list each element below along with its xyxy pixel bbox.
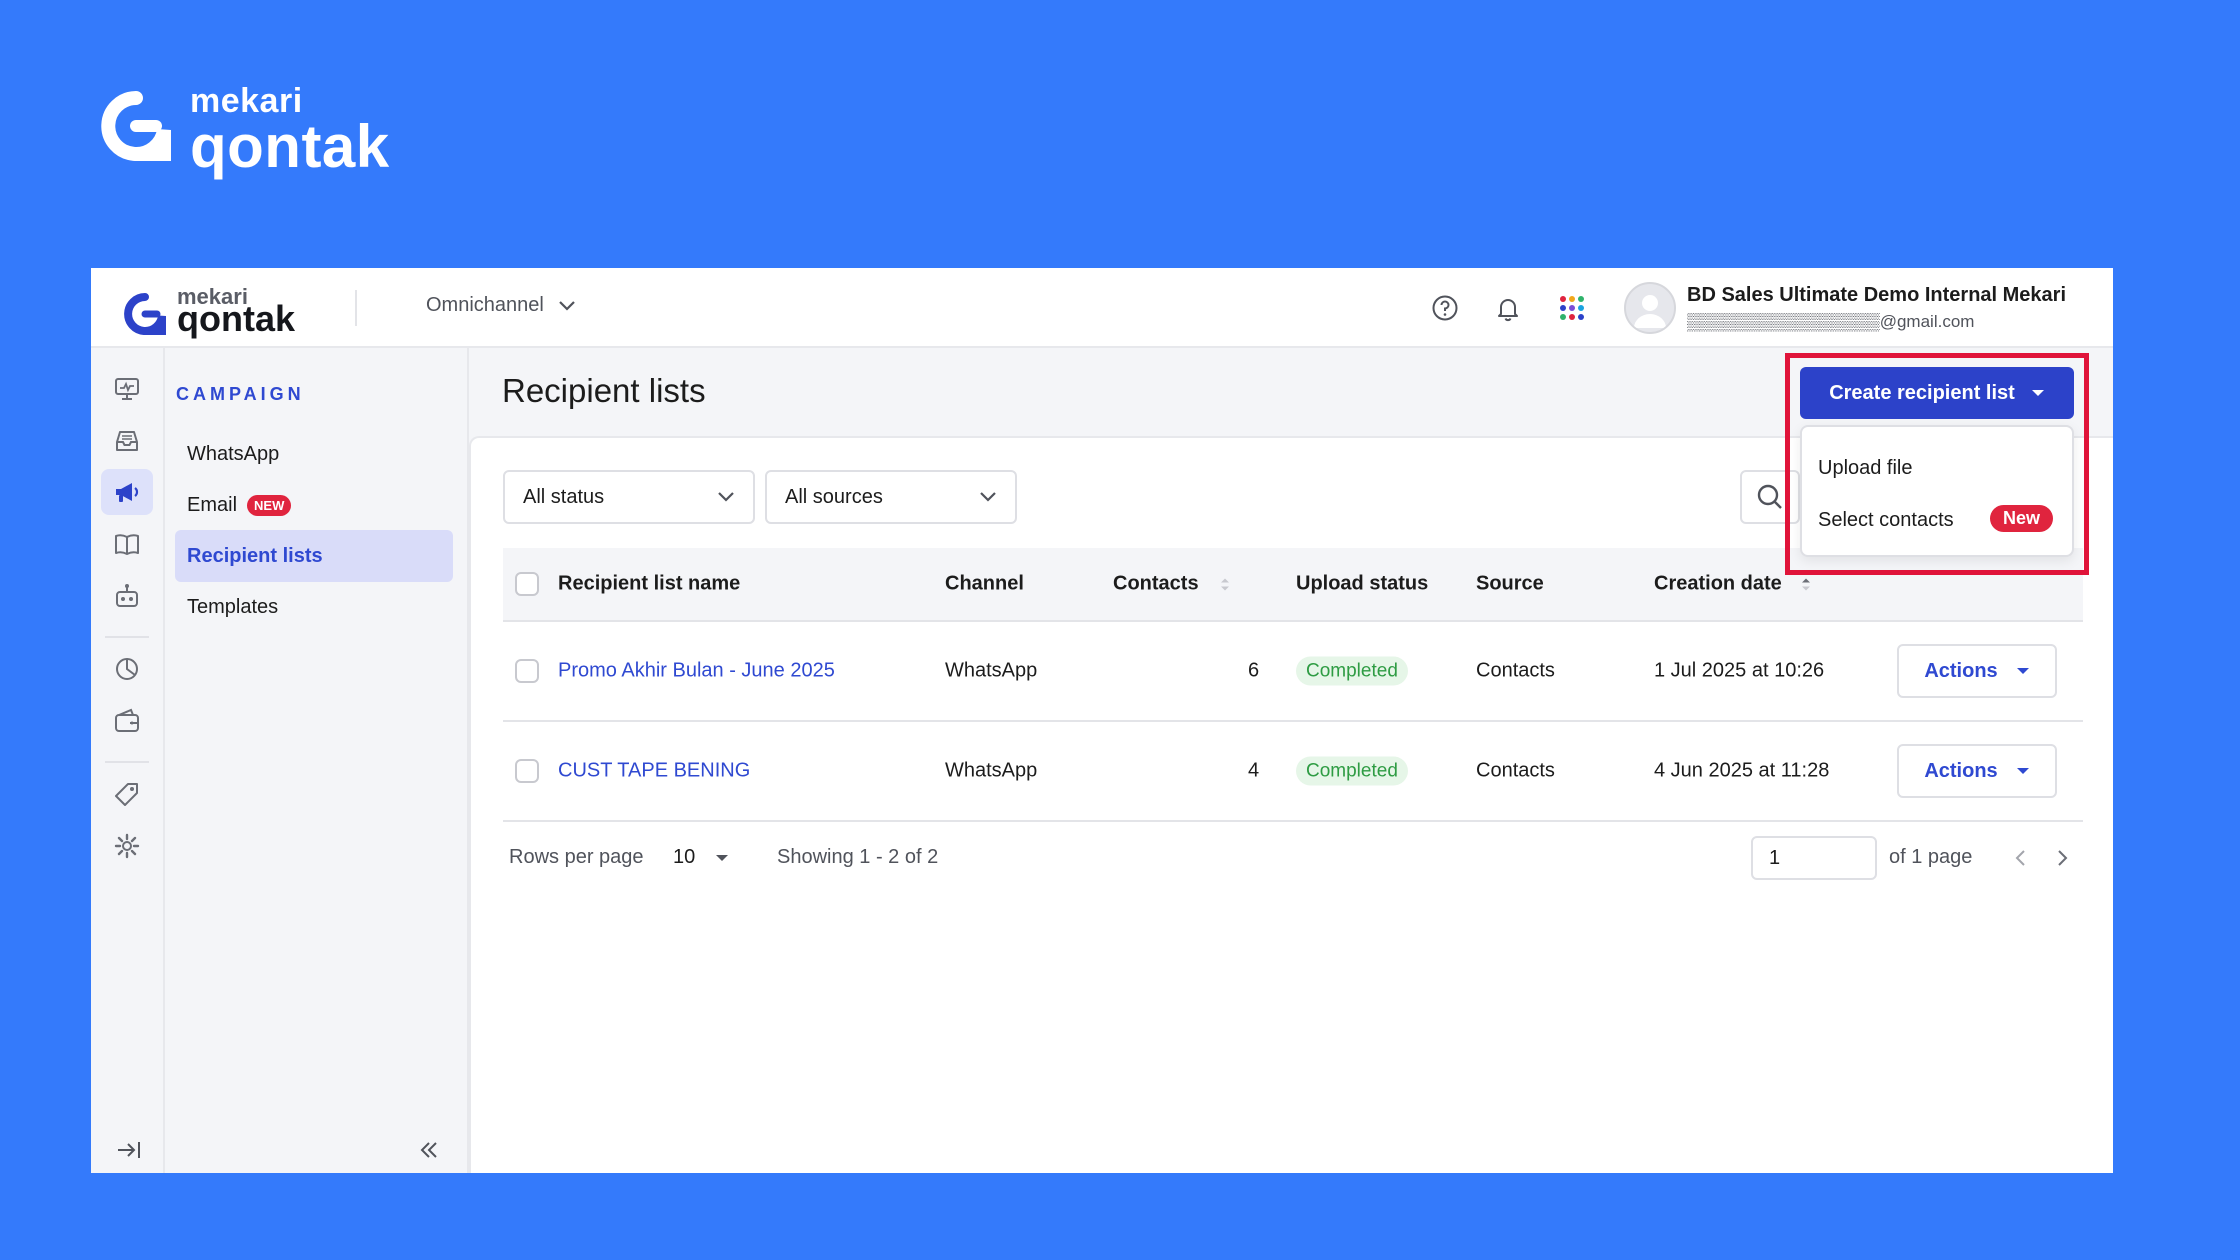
recipient-list-name-link[interactable]: CUST TAPE BENING	[558, 760, 750, 783]
caret-down-icon	[716, 854, 729, 861]
sidebar-item-whatsapp[interactable]: WhatsApp	[175, 428, 453, 480]
row-checkbox[interactable]	[515, 659, 539, 683]
actions-button[interactable]: Actions	[1897, 644, 2057, 698]
sidebar-section-title: CAMPAIGN	[176, 384, 305, 404]
page-title: Recipient lists	[502, 372, 706, 409]
row-checkbox[interactable]	[515, 759, 539, 783]
workspace-selector[interactable]: Omnichannel	[426, 294, 576, 317]
chevron-down-icon	[718, 492, 734, 502]
creation-date-cell: 1 Jul 2025 at 10:26	[1654, 659, 1825, 682]
rows-per-page-value: 10	[673, 846, 696, 868]
next-page-icon[interactable]	[2056, 848, 2070, 874]
chevron-down-icon	[559, 300, 575, 311]
help-icon[interactable]	[1429, 292, 1461, 324]
divider	[105, 636, 149, 638]
actions-button[interactable]: Actions	[1897, 744, 2057, 798]
book-icon[interactable]	[101, 521, 153, 567]
sidebar-item-email[interactable]: Email NEW	[175, 479, 453, 531]
megaphone-icon[interactable]	[101, 469, 153, 515]
upload-status-cell: Completed	[1296, 656, 1408, 686]
status-filter[interactable]: All status	[503, 470, 755, 524]
sidebar-item-recipient-lists[interactable]: Recipient lists	[175, 530, 453, 582]
chart-icon[interactable]	[101, 646, 153, 692]
table-row: Promo Akhir Bulan - June 2025 WhatsApp 6…	[503, 622, 2083, 722]
select-all-checkbox[interactable]	[515, 572, 539, 596]
channel-cell: WhatsApp	[945, 759, 1038, 782]
source-cell: Contacts	[1476, 659, 1555, 682]
recipient-table: Recipient list name Channel Contacts Upl…	[503, 548, 2083, 822]
app-grid-icon[interactable]	[1556, 292, 1588, 324]
divider	[105, 761, 149, 763]
expand-sidebar-icon[interactable]	[115, 1138, 143, 1167]
rows-per-page-select[interactable]: 10	[673, 846, 729, 869]
caret-down-icon	[2016, 768, 2029, 774]
source-cell: Contacts	[1476, 759, 1555, 782]
dashboard-icon[interactable]	[101, 366, 153, 412]
search-icon	[1757, 484, 1782, 509]
caret-down-icon	[2016, 668, 2029, 674]
status-badge: Completed	[1296, 656, 1408, 686]
tag-icon[interactable]	[101, 771, 153, 817]
new-badge: NEW	[247, 494, 292, 516]
user-name[interactable]: BD Sales Ultimate Demo Internal Mekari	[1687, 284, 2066, 307]
status-filter-value: All status	[523, 485, 605, 508]
sort-icon	[1802, 578, 1811, 591]
highlight-box	[1785, 353, 2089, 575]
table-row: CUST TAPE BENING WhatsApp 4 Completed Co…	[503, 722, 2083, 822]
sidebar-item-templates[interactable]: Templates	[175, 581, 453, 633]
bot-icon[interactable]	[101, 573, 153, 619]
header-upload-status: Upload status	[1296, 572, 1429, 595]
brand-logo: mekari qontak	[100, 82, 420, 182]
workspace-selector-label: Omnichannel	[426, 294, 544, 316]
sidebar-item-label: Email	[187, 493, 238, 516]
header-name: Recipient list name	[558, 572, 741, 595]
creation-date-cell: 4 Jun 2025 at 11:28	[1654, 759, 1830, 782]
qontak-logo-icon	[124, 293, 166, 335]
divider	[355, 290, 357, 326]
total-pages: of 1 page	[1889, 846, 1973, 868]
app-logo[interactable]: mekari qontak	[123, 278, 323, 342]
upload-status-cell: Completed	[1296, 756, 1408, 786]
bell-icon[interactable]	[1492, 292, 1524, 324]
sidebar-item-label: WhatsApp	[187, 442, 280, 465]
brand-word-qontak: qontak	[190, 113, 390, 180]
settings-icon[interactable]	[101, 823, 153, 869]
campaign-sidebar: CAMPAIGN WhatsApp Email NEW Recipient li…	[165, 348, 469, 1173]
user-icon	[1634, 295, 1666, 328]
top-bar: mekari qontak Omnichannel BD Sales Ultim…	[91, 268, 2113, 348]
icon-rail	[91, 348, 165, 1173]
page-number-input[interactable]: 1	[1751, 836, 1877, 880]
prev-page-icon[interactable]	[2013, 848, 2027, 874]
channel-cell: WhatsApp	[945, 659, 1038, 682]
actions-button-label: Actions	[1924, 659, 1998, 682]
user-email: ▒▒▒▒▒▒▒▒▒▒▒▒▒▒▒▒@gmail.com	[1687, 312, 1975, 331]
chevron-down-icon	[980, 492, 996, 502]
source-filter[interactable]: All sources	[765, 470, 1017, 524]
contacts-cell: 4	[1248, 759, 1260, 782]
showing-range: Showing 1 - 2 of 2	[777, 846, 939, 868]
source-filter-value: All sources	[785, 485, 883, 508]
recipient-list-name-link[interactable]: Promo Akhir Bulan - June 2025	[558, 660, 835, 683]
header-creation-date[interactable]: Creation date	[1654, 573, 1813, 596]
header-creation-date-label: Creation date	[1654, 572, 1782, 595]
header-contacts[interactable]: Contacts	[1113, 573, 1232, 596]
header-channel: Channel	[945, 572, 1024, 595]
rows-per-page-label: Rows per page	[509, 846, 644, 868]
collapse-sidebar-icon[interactable]	[417, 1138, 441, 1167]
logo-word-qontak: qontak	[177, 298, 296, 339]
sidebar-item-label: Templates	[187, 595, 279, 618]
contacts-cell: 6	[1248, 659, 1260, 682]
inbox-icon[interactable]	[101, 418, 153, 464]
status-badge: Completed	[1296, 756, 1408, 786]
sort-icon	[1221, 578, 1230, 591]
header-contacts-label: Contacts	[1113, 572, 1199, 595]
pagination: Rows per page 10 Showing 1 - 2 of 2 1 of…	[503, 834, 2083, 884]
header-source: Source	[1476, 572, 1544, 595]
wallet-icon[interactable]	[101, 698, 153, 744]
avatar[interactable]	[1624, 282, 1676, 334]
actions-button-label: Actions	[1924, 759, 1998, 782]
qontak-logo-icon	[101, 91, 171, 161]
sidebar-item-label: Recipient lists	[187, 544, 323, 567]
